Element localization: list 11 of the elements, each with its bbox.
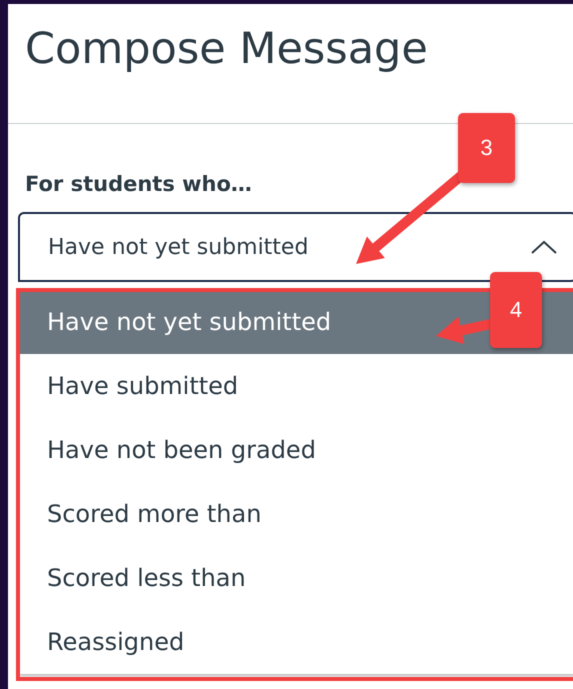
dropdown-option[interactable]: Have not been graded (20, 418, 573, 482)
step-badge: 4 (490, 272, 542, 348)
chevron-icon (531, 240, 557, 254)
field-label: For students who… (25, 172, 252, 196)
dropdown-option[interactable]: Scored less than (20, 546, 573, 610)
dropdown-option[interactable]: Scored more than (20, 482, 573, 546)
page-title: Compose Message (24, 23, 429, 76)
select-field[interactable]: Have not yet submitted (18, 212, 573, 282)
dropdown-option[interactable]: Reassigned (20, 610, 573, 674)
step-badge: 3 (458, 113, 515, 183)
dropdown-option[interactable]: Have submitted (20, 354, 573, 418)
